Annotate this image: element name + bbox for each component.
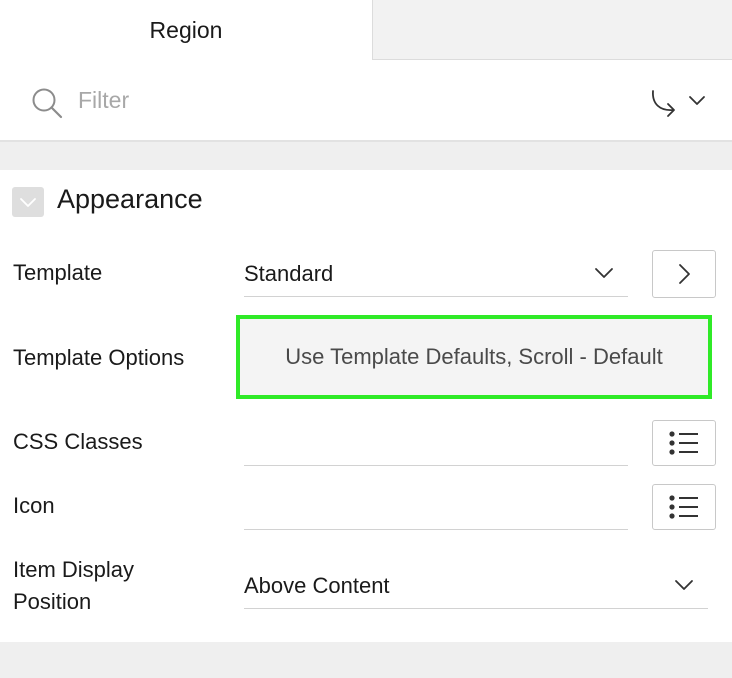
- icon-input[interactable]: [244, 483, 628, 530]
- chevron-right-icon: [679, 264, 690, 284]
- appearance-section: Appearance Template Standard Template Op…: [0, 170, 732, 642]
- tab-region-label: Region: [149, 16, 223, 43]
- section-footer-band: [0, 642, 732, 678]
- item-display-position-value: Above Content: [244, 573, 390, 598]
- item-display-position-label-line2: Position: [13, 589, 92, 614]
- template-options-button[interactable]: Use Template Defaults, Scroll - Default: [236, 315, 712, 399]
- search-icon: [32, 88, 63, 119]
- list-icon: [669, 431, 698, 455]
- template-label: Template: [13, 260, 103, 285]
- list-icon: [669, 495, 698, 519]
- go-to-group-icon: [652, 90, 705, 117]
- template-select[interactable]: Standard: [244, 252, 628, 297]
- tab-bar: Region: [0, 0, 732, 60]
- chevron-down-icon: [675, 580, 693, 590]
- go-to-group-button[interactable]: [646, 84, 712, 118]
- go-to-template-button[interactable]: [652, 250, 716, 298]
- filter-bar: [0, 60, 732, 142]
- css-classes-input[interactable]: [244, 419, 628, 466]
- chevron-down-icon: [595, 268, 613, 278]
- icon-label: Icon: [13, 493, 55, 518]
- section-title: Appearance: [57, 184, 203, 214]
- css-classes-picker-button[interactable]: [652, 420, 716, 466]
- chevron-down-icon: [20, 198, 36, 207]
- section-separator: [0, 142, 732, 170]
- item-display-position-select[interactable]: Above Content: [244, 564, 708, 609]
- template-select-value: Standard: [244, 261, 334, 286]
- css-classes-label: CSS Classes: [13, 429, 143, 454]
- template-options-label: Template Options: [13, 345, 185, 370]
- tab-region[interactable]: Region: [0, 0, 373, 60]
- template-options-value: Use Template Defaults, Scroll - Default: [285, 344, 663, 369]
- tab-bar-empty-area: [373, 0, 732, 60]
- filter-input[interactable]: [78, 82, 578, 118]
- item-display-position-label-line1: Item Display: [13, 557, 135, 582]
- icon-picker-button[interactable]: [652, 484, 716, 530]
- collapse-toggle-button[interactable]: [12, 187, 44, 217]
